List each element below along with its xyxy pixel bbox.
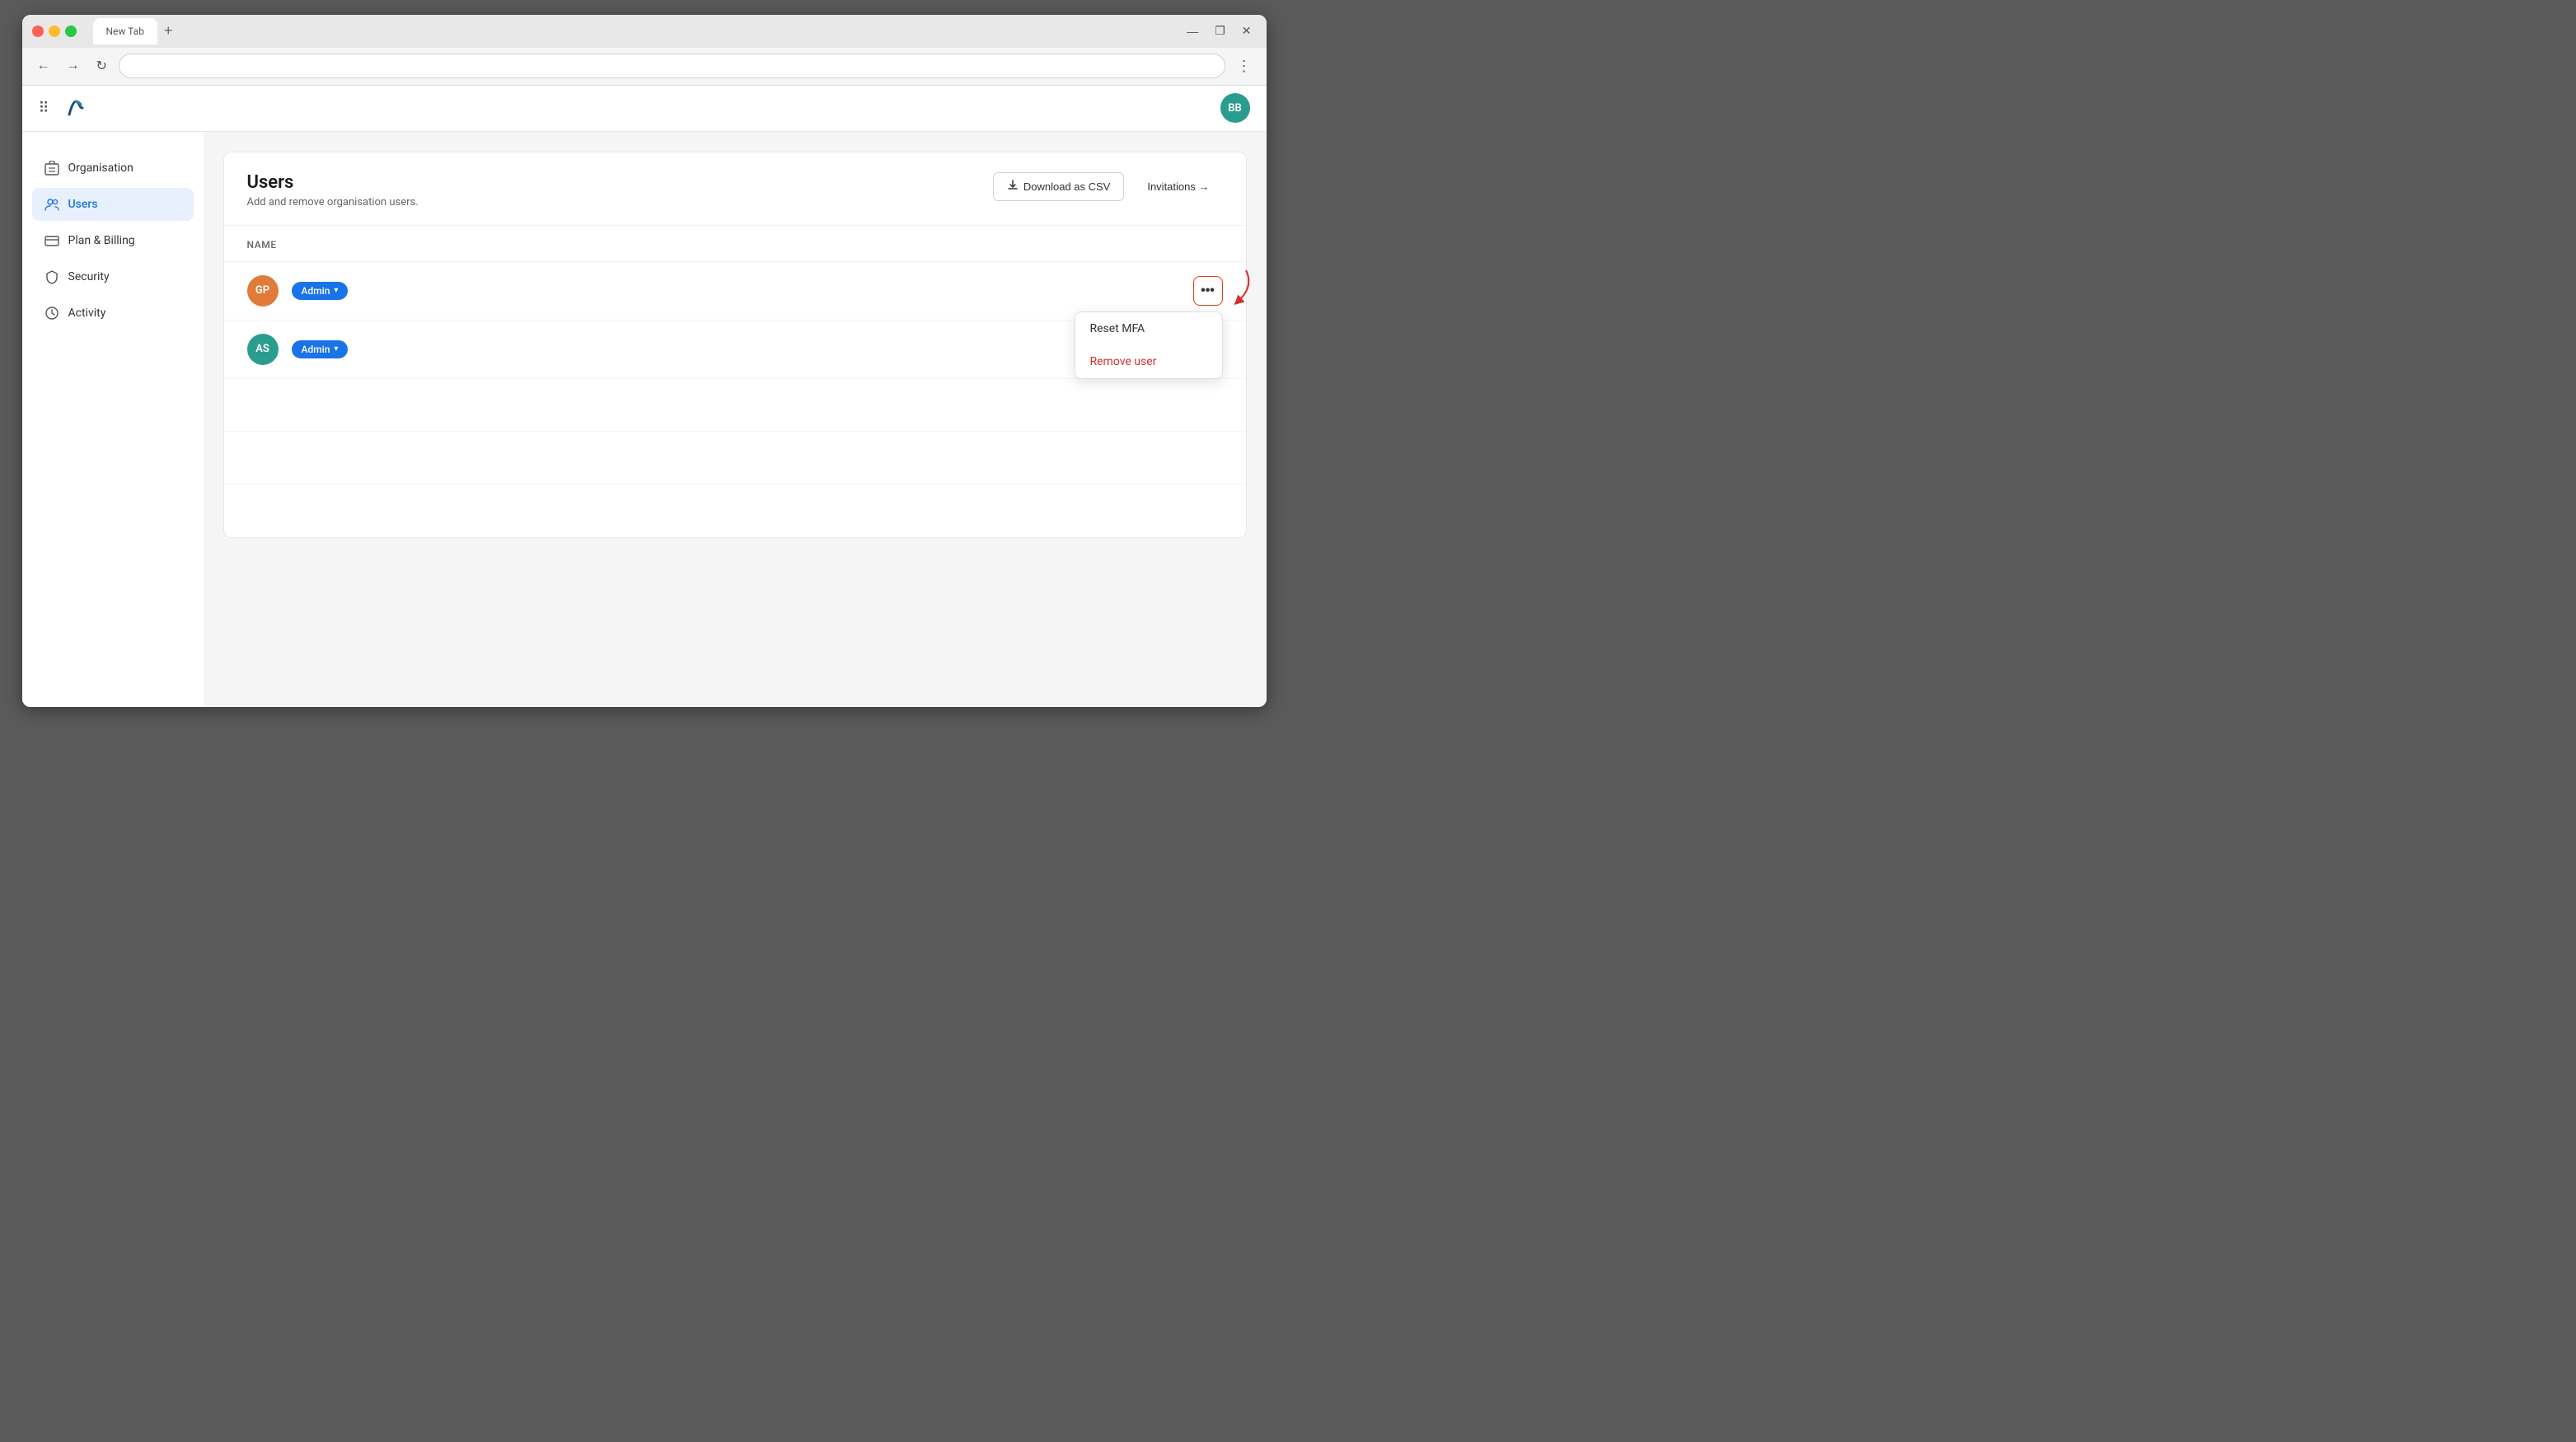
invitations-label: Invitations → xyxy=(1147,180,1209,193)
win-controls-right: — ❐ ✕ xyxy=(1182,22,1256,40)
window-controls xyxy=(32,26,77,37)
title-bar: New Tab + — ❐ ✕ xyxy=(22,15,1267,48)
restore-win-button[interactable]: ❐ xyxy=(1210,22,1230,40)
close-win-button[interactable]: ✕ xyxy=(1237,22,1257,40)
download-csv-label: Download as CSV xyxy=(1023,180,1111,193)
empty-row-1 xyxy=(224,379,1246,432)
active-tab[interactable]: New Tab xyxy=(93,18,157,44)
sidebar-label-users: Users xyxy=(68,198,98,211)
role-label-gp: Admin xyxy=(302,285,330,297)
organisation-icon xyxy=(44,160,60,176)
card-header: Users Add and remove organisation users. xyxy=(224,152,1246,226)
download-csv-button[interactable]: Download as CSV xyxy=(993,172,1125,201)
sidebar-label-activity: Activity xyxy=(68,307,106,320)
maximize-button[interactable] xyxy=(65,26,77,37)
sidebar-label-security: Security xyxy=(68,270,110,283)
nav-bar: ← → ↻ ⋮ xyxy=(22,48,1267,86)
user-avatar-gp: GP xyxy=(247,275,279,307)
minimize-button[interactable] xyxy=(49,26,60,37)
role-badge-gp[interactable]: Admin ▾ xyxy=(292,282,349,300)
sidebar-item-plan-billing[interactable]: Plan & Billing xyxy=(32,224,194,257)
tab-bar: New Tab + xyxy=(93,18,1176,44)
remove-user-item[interactable]: Remove user xyxy=(1075,345,1222,378)
forward-button[interactable]: → xyxy=(62,55,85,77)
grid-icon[interactable]: ⠿ xyxy=(39,100,49,117)
users-card: Users Add and remove organisation users. xyxy=(223,152,1247,538)
sidebar: Organisation Users xyxy=(22,132,204,707)
plan-billing-icon xyxy=(44,232,60,249)
invitations-button[interactable]: Invitations → xyxy=(1134,174,1222,199)
download-icon xyxy=(1007,180,1019,194)
tab-label: New Tab xyxy=(106,26,144,37)
new-tab-button[interactable]: + xyxy=(157,22,180,40)
reset-mfa-item[interactable]: Reset MFA xyxy=(1075,312,1222,345)
user-avatar-as: AS xyxy=(247,334,279,365)
chevron-down-icon: ▾ xyxy=(334,286,338,295)
more-options-button-gp[interactable]: ••• xyxy=(1193,276,1223,306)
sidebar-label-organisation: Organisation xyxy=(68,162,133,175)
browser-more-button[interactable]: ⋮ xyxy=(1232,54,1257,78)
sidebar-item-users[interactable]: Users xyxy=(32,188,194,221)
sidebar-item-security[interactable]: Security xyxy=(32,260,194,293)
col-name-label: Name xyxy=(247,239,277,250)
empty-row-2 xyxy=(224,432,1246,485)
users-icon xyxy=(44,196,60,213)
logo[interactable] xyxy=(63,95,89,121)
back-button[interactable]: ← xyxy=(32,55,55,77)
app-header: ⠿ BB xyxy=(22,86,1267,132)
minimize-win-button[interactable]: — xyxy=(1182,23,1203,40)
sidebar-label-plan-billing: Plan & Billing xyxy=(68,234,135,247)
empty-row-3 xyxy=(224,485,1246,537)
page-content: Users Add and remove organisation users. xyxy=(204,132,1267,707)
table-header: Name xyxy=(224,226,1246,262)
user-avatar[interactable]: BB xyxy=(1220,93,1250,123)
chevron-down-icon-as: ▾ xyxy=(334,344,338,353)
sidebar-item-organisation[interactable]: Organisation xyxy=(32,152,194,185)
sidebar-item-activity[interactable]: Activity xyxy=(32,297,194,330)
browser-window: New Tab + — ❐ ✕ ← → ↻ ⋮ ⠿ BB xyxy=(22,15,1267,707)
role-badge-as[interactable]: Admin ▾ xyxy=(292,340,349,358)
dropdown-menu: Reset MFA Remove user xyxy=(1075,311,1223,379)
card-title-area: Users Add and remove organisation users. xyxy=(247,172,419,208)
role-label-as: Admin xyxy=(302,344,330,355)
url-bar[interactable] xyxy=(119,54,1225,78)
page-title: Users xyxy=(247,172,419,193)
page-subtitle: Add and remove organisation users. xyxy=(247,196,419,208)
refresh-button[interactable]: ↻ xyxy=(91,54,112,77)
main-content: Organisation Users xyxy=(22,132,1267,707)
close-button[interactable] xyxy=(32,26,44,37)
activity-icon xyxy=(44,305,60,321)
table-row: GP Admin ▾ ••• Reset MFA Remove user xyxy=(224,262,1246,321)
card-actions: Download as CSV Invitations → xyxy=(993,172,1223,201)
security-icon xyxy=(44,269,60,285)
